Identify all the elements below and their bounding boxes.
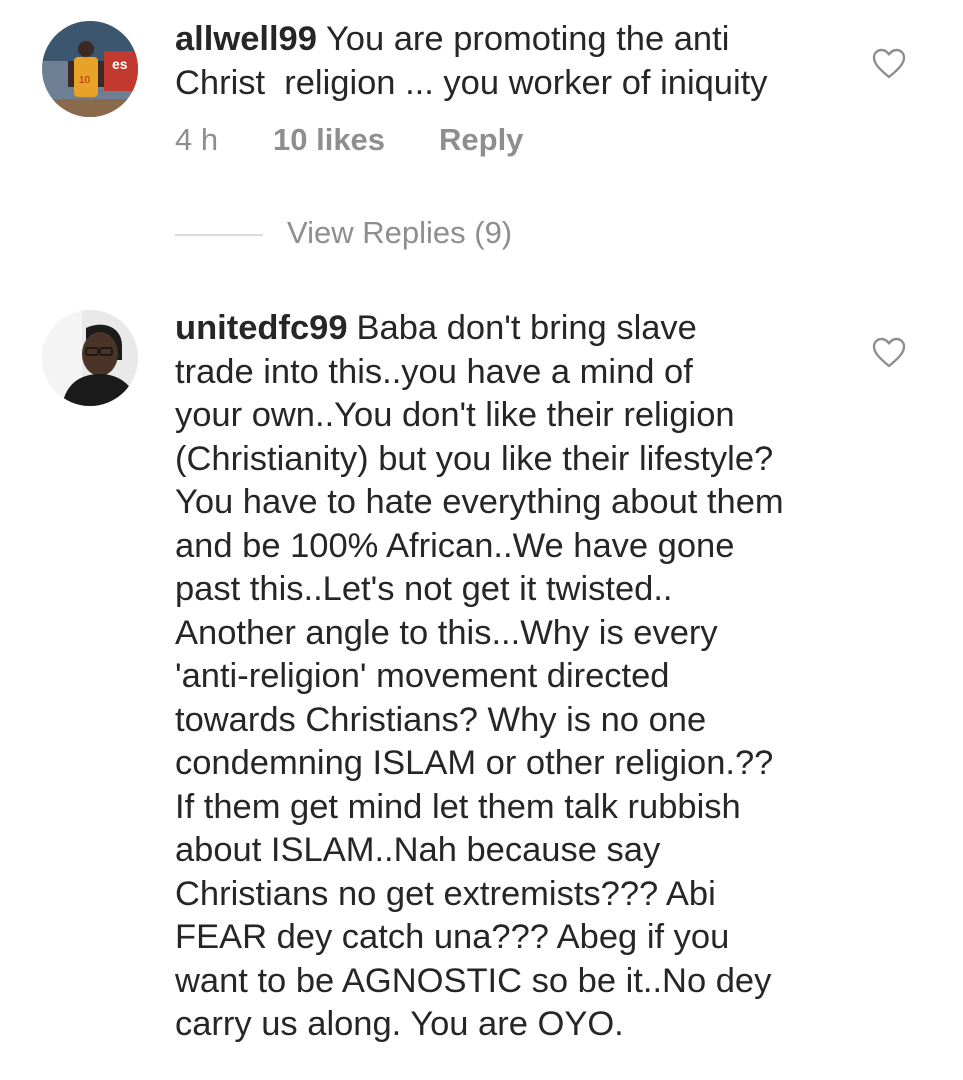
comment-line: FEAR dey catch una??? Abeg if you <box>175 918 730 956</box>
comment-line: towards Christians? Why is no one <box>175 700 707 739</box>
comment-line: You are promoting the anti <box>325 20 730 58</box>
likes-count-button[interactable]: 10 likes <box>273 120 439 160</box>
comment-text: allwell99 You are promoting the anti Chri… <box>175 18 855 105</box>
avatar[interactable]: es 10 <box>42 21 138 117</box>
comment-line: about ISLAM..Nah because say <box>175 831 661 869</box>
profile-photo-man-with-glasses-icon <box>42 310 138 406</box>
profile-photo-basketball-player-icon: es 10 <box>42 21 138 117</box>
comment-line: If them get mind let them talk rubbish <box>175 787 741 826</box>
comment-meta: 4 h 10 likes Reply <box>175 120 523 160</box>
comment-line: Another angle to this...Why is every <box>175 613 718 652</box>
comment-line: your own..You don't like their religion <box>175 396 735 434</box>
comment-line: Baba don't bring slave <box>356 309 697 347</box>
heart-outline-icon[interactable] <box>872 48 906 80</box>
svg-text:es: es <box>112 56 128 72</box>
view-replies-button[interactable]: View Replies (9) <box>175 213 512 253</box>
avatar[interactable] <box>42 310 138 406</box>
comment-line: 'anti-religion' movement directed <box>175 657 670 695</box>
comment-line: condemning ISLAM or other religion.?? <box>175 744 774 782</box>
view-replies-label: View Replies (9) <box>287 215 513 250</box>
comment-text: unitedfc99 Baba don't bring slave trade i… <box>175 307 855 1047</box>
comment-line: carry us along. You are OYO. <box>175 1005 624 1043</box>
comment-username[interactable]: unitedfc99 <box>175 309 348 347</box>
comment-line: (Christianity) but you like their lifest… <box>175 439 774 478</box>
comment-line: past this..Let's not get it twisted.. <box>175 570 673 608</box>
divider-line <box>175 233 263 236</box>
comment-line: Christians no get extremists??? Abi <box>175 874 716 913</box>
comment-line: want to be AGNOSTIC so be it..No dey <box>175 961 772 1000</box>
comment-username[interactable]: allwell99 <box>175 20 317 58</box>
comment-line: trade into this..you have a mind of <box>175 352 693 391</box>
comment-line: and be 100% African..We have gone <box>175 526 735 565</box>
reply-button[interactable]: Reply <box>439 120 523 160</box>
heart-outline-icon[interactable] <box>872 337 906 369</box>
comment-line: Christ religion ... you worker of iniqui… <box>175 63 768 102</box>
comment-line: You have to hate everything about them <box>175 483 784 521</box>
svg-text:10: 10 <box>79 75 91 86</box>
comment-time: 4 h <box>175 122 219 157</box>
